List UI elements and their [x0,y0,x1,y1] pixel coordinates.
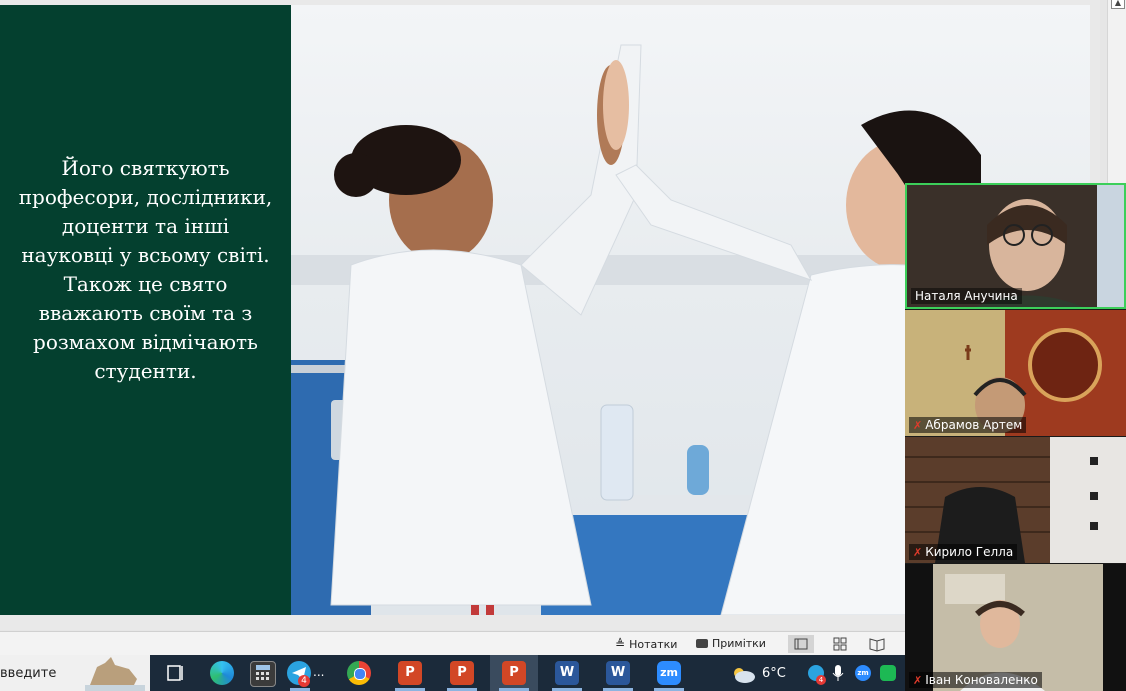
zoom-icon[interactable]: zm [657,661,681,685]
edge-icon[interactable] [210,661,234,685]
telegram-badge: 4 [298,675,310,687]
normal-view-icon [794,638,808,650]
notes-icon: ≜ [615,637,626,651]
taskbar: введите 4 ... P P P W W zm 6°C 4 zm [0,655,905,691]
taskbar-search[interactable]: введите [0,655,150,691]
comments-label: Примітки [712,637,766,650]
participants-panel: Наталя Анучина ✗ Абрамов Артем ✗ Кирило … [905,183,1126,691]
status-bar: ≜ Нотатки Примітки [0,631,905,656]
participant-name: ✗ Абрамов Артем [909,417,1027,433]
tray-badge: 4 [816,675,826,685]
slide-sorter-icon [833,637,847,651]
participant-name: ✗ Іван Коноваленко [909,672,1042,688]
participant-tile[interactable]: ✗ Іван Коноваленко [905,564,1126,691]
task-view-icon[interactable] [164,661,188,685]
wolf-icon [85,657,145,691]
mic-muted-icon: ✗ [913,673,923,687]
slide-text: Його святкують професори, дослідники, до… [18,156,273,383]
comment-icon [696,639,708,648]
notes-button[interactable]: ≜ Нотатки [615,637,677,651]
mic-muted-icon: ✗ [913,418,923,432]
microphone-icon[interactable] [832,664,844,686]
slide-sorter-button[interactable] [827,635,853,653]
weather-icon[interactable] [730,664,756,688]
participant-name: ✗ Кирило Гелла [909,544,1018,560]
slide-text-panel: Його святкують професори, дослідники, до… [0,5,291,615]
participant-tile[interactable]: ✗ Кирило Гелла [905,437,1126,563]
powerpoint-icon[interactable]: P [450,661,474,685]
powerpoint-icon[interactable]: P [502,661,526,685]
participant-tile[interactable]: Наталя Анучина [905,183,1126,309]
scroll-up-icon[interactable]: ▲ [1111,0,1125,9]
search-text: введите [0,666,57,681]
telegram-more: ... [313,665,325,679]
zoom-tray-icon[interactable]: zm [855,665,871,681]
weather-temperature: 6°C [762,666,786,681]
reading-view-icon [869,638,885,652]
powerpoint-icon[interactable]: P [398,661,422,685]
calculator-icon[interactable] [250,661,276,687]
reading-view-button[interactable] [864,635,890,653]
mic-muted-icon: ✗ [913,545,923,559]
chrome-icon[interactable] [347,661,371,685]
participant-tile[interactable]: ✗ Абрамов Артем [905,310,1126,436]
participant-name: Наталя Анучина [911,288,1022,304]
normal-view-button[interactable] [788,635,814,653]
word-icon[interactable]: W [606,661,630,685]
tray-app-icon[interactable] [880,665,896,681]
comments-button[interactable]: Примітки [696,637,766,650]
word-icon[interactable]: W [555,661,579,685]
notes-label: Нотатки [629,637,678,651]
